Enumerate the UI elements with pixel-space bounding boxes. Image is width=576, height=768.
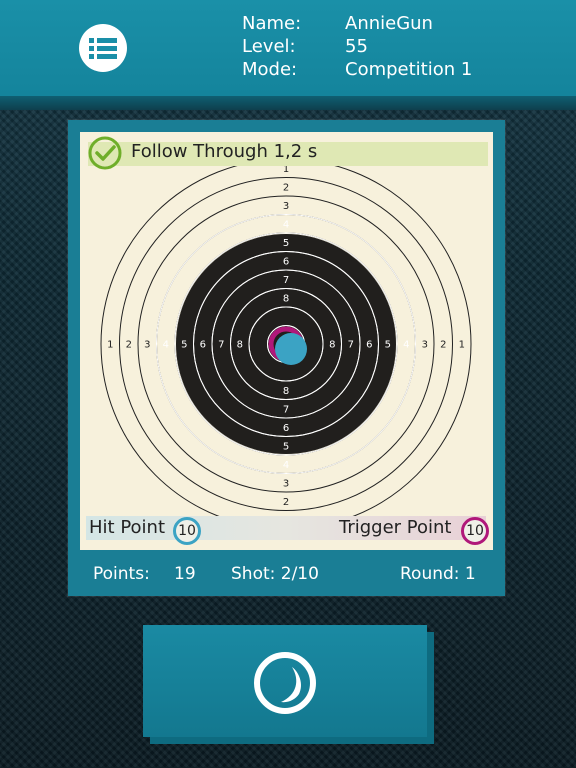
ring-number-7: 7	[218, 340, 224, 351]
ring-number-5: 5	[283, 441, 289, 452]
ring-number-8: 8	[283, 386, 289, 397]
ring-number-3: 3	[283, 201, 289, 212]
header-bar: Name: Level: Mode: AnnieGun 55 Competiti…	[0, 0, 576, 96]
status-text: Follow Through 1,2 s	[131, 141, 318, 162]
check-circle-icon	[88, 136, 122, 170]
ring-number-4: 4	[163, 340, 169, 351]
trigger-point-label: Trigger Point	[339, 517, 452, 538]
ring-number-6: 6	[200, 340, 206, 351]
round-counter: Round: 1	[400, 564, 476, 584]
ring-number-2: 2	[283, 497, 289, 508]
ring-number-6: 6	[366, 340, 372, 351]
ring-number-5: 5	[385, 340, 391, 351]
ring-number-3: 3	[283, 478, 289, 489]
ring-number-8: 8	[329, 340, 335, 351]
ring-number-4: 4	[283, 460, 289, 471]
menu-button[interactable]	[79, 24, 127, 72]
name-label: Name:	[242, 13, 302, 34]
points-value: 19	[174, 564, 196, 584]
ring-number-6: 6	[283, 256, 289, 267]
ring-number-1: 1	[459, 340, 465, 351]
trigger-point-badge: 10	[461, 517, 489, 545]
hit-point-label: Hit Point	[89, 517, 166, 538]
shot-panel: 11112222333344445555666677778888 Follow …	[68, 120, 505, 596]
ring-number-3: 3	[422, 340, 428, 351]
ring-number-2: 2	[283, 182, 289, 193]
ring-number-5: 5	[283, 238, 289, 249]
points-label: Points:	[93, 564, 150, 584]
header-shadow	[0, 96, 576, 110]
ring-number-4: 4	[403, 340, 409, 351]
ring-number-8: 8	[237, 340, 243, 351]
shot-counter: Shot: 2/10	[231, 564, 319, 584]
ring-number-7: 7	[283, 404, 289, 415]
ring-number-2: 2	[126, 340, 132, 351]
ring-number-7: 7	[283, 275, 289, 286]
ring-number-3: 3	[144, 340, 150, 351]
mode-value: Competition 1	[345, 59, 473, 80]
ring-number-4: 4	[283, 219, 289, 230]
ring-number-2: 2	[440, 340, 446, 351]
mode-label: Mode:	[242, 59, 298, 80]
fire-button[interactable]	[143, 625, 427, 737]
ring-number-7: 7	[348, 340, 354, 351]
ring-number-8: 8	[283, 293, 289, 304]
name-value: AnnieGun	[345, 13, 433, 34]
level-value: 55	[345, 36, 368, 57]
ring-number-5: 5	[181, 340, 187, 351]
fire-shot-icon	[254, 652, 316, 714]
target-face: 11112222333344445555666677778888	[100, 158, 472, 530]
ring-number-6: 6	[283, 423, 289, 434]
level-label: Level:	[242, 36, 296, 57]
hit-point-badge: 10	[173, 517, 201, 545]
hit-point-marker	[275, 333, 307, 365]
ring-number-1: 1	[107, 340, 113, 351]
target-card: 11112222333344445555666677778888 Follow …	[80, 132, 493, 550]
